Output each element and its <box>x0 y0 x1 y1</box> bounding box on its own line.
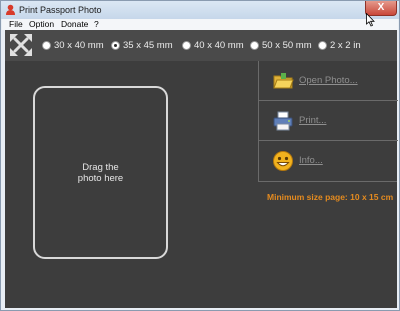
app-icon <box>6 4 15 15</box>
menu-donate[interactable]: Donate <box>61 19 88 30</box>
menu-bar: File Option Donate ? <box>2 19 398 30</box>
print-button[interactable]: Print... <box>259 101 398 141</box>
size-label: 40 x 40 mm <box>194 40 244 51</box>
app-window: Print Passport Photo X File Option Donat… <box>0 0 400 311</box>
drop-hint-line1: Drag the <box>82 162 119 173</box>
smiley-icon <box>273 151 293 171</box>
open-photo-label: Open Photo... <box>299 75 358 86</box>
radio-button[interactable] <box>250 41 259 50</box>
minimum-size-notice: Minimum size page: 10 x 15 cm <box>267 192 394 202</box>
radio-button[interactable] <box>182 41 191 50</box>
main-area: 30 x 40 mm 35 x 45 mm 40 x 40 mm 50 x 50… <box>5 30 398 308</box>
menu-file[interactable]: File <box>9 19 23 30</box>
open-photo-button[interactable]: Open Photo... <box>259 61 398 101</box>
close-icon: X <box>377 2 385 13</box>
size-label: 35 x 45 mm <box>123 40 173 51</box>
folder-icon <box>273 73 294 89</box>
title-bar: Print Passport Photo X <box>1 1 399 19</box>
drop-hint-line2: photo here <box>77 173 124 184</box>
size-toolbar: 30 x 40 mm 35 x 45 mm 40 x 40 mm 50 x 50… <box>5 30 397 61</box>
size-label: 50 x 50 mm <box>262 40 312 51</box>
menu-option[interactable]: Option <box>29 19 54 30</box>
window-title: Print Passport Photo <box>19 5 102 15</box>
radio-button[interactable] <box>42 41 51 50</box>
menu-help[interactable]: ? <box>94 19 99 30</box>
size-label: 2 x 2 in <box>330 40 361 51</box>
info-button[interactable]: Info... <box>259 141 398 181</box>
mouse-cursor-icon <box>366 13 375 27</box>
info-label: Info... <box>299 155 323 166</box>
drop-hint: Drag the photo here <box>35 162 166 184</box>
radio-button-selected[interactable] <box>111 41 120 50</box>
print-label: Print... <box>299 115 327 126</box>
size-label: 30 x 40 mm <box>54 40 104 51</box>
fullscreen-icon[interactable] <box>9 33 33 57</box>
printer-icon <box>273 111 293 131</box>
radio-button[interactable] <box>318 41 327 50</box>
photo-drop-zone[interactable]: Drag the photo here <box>33 86 168 259</box>
action-panel: Open Photo... Print... Info... <box>258 61 398 182</box>
